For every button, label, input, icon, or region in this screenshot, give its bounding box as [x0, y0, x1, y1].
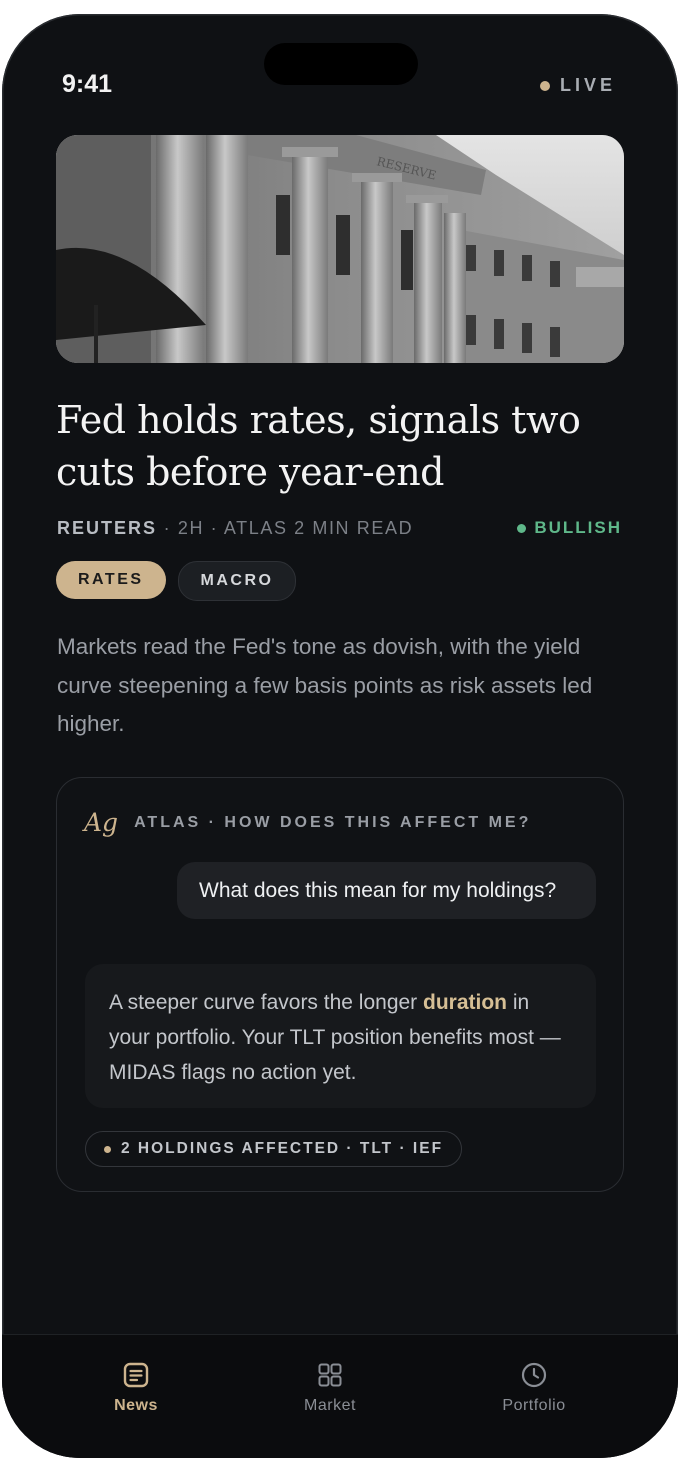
grid-icon	[318, 1363, 342, 1387]
tag-list: RATES MACRO	[56, 561, 297, 601]
meta-separator: ·	[163, 518, 178, 538]
atlas-card: Ag ATLAS · HOW DOES THIS AFFECT ME? What…	[56, 777, 624, 1192]
tab-portfolio-label: Portfolio	[502, 1397, 566, 1414]
tab-news-label: News	[114, 1397, 158, 1414]
user-question-bubble: What does this mean for my holdings?	[177, 862, 596, 919]
live-indicator: LIVE	[539, 75, 616, 96]
answer-highlight: duration	[423, 991, 508, 1014]
atlas-card-title: ATLAS · HOW DOES THIS AFFECT ME?	[134, 813, 532, 831]
tab-market[interactable]: Market	[260, 1361, 400, 1415]
clock-icon	[521, 1362, 547, 1388]
sentiment-dot-icon	[517, 523, 527, 533]
tag-macro[interactable]: MACRO	[177, 561, 297, 601]
sentiment-label: BULLISH	[534, 518, 622, 537]
article-source: REUTERS	[57, 518, 158, 538]
tab-news[interactable]: News	[66, 1361, 206, 1415]
affected-dot-icon	[104, 1145, 111, 1153]
federal-building-photo: RESERVE	[56, 135, 624, 363]
atlas-card-header: Ag ATLAS · HOW DOES THIS AFFECT ME?	[84, 808, 531, 837]
article-summary: Markets read the Fed's tone as dovish, w…	[57, 634, 593, 736]
article-age: 2H	[177, 518, 205, 538]
article-hero-image[interactable]: RESERVE	[56, 135, 624, 363]
bottom-tab-bar: News Market Portfolio	[2, 1334, 678, 1458]
atlas-answer-bubble: A steeper curve favors the longer durati…	[85, 964, 596, 1108]
article-headline[interactable]: Fed holds rates, signals two cuts before…	[56, 394, 636, 498]
atlas-logo: Ag	[84, 808, 119, 837]
affected-holdings-chip[interactable]: 2 HOLDINGS AFFECTED · TLT · IEF	[85, 1131, 463, 1167]
article-meta: REUTERS · 2H · ATLAS 2 MIN READ	[57, 518, 413, 539]
live-label: LIVE	[559, 75, 616, 95]
meta-separator: ·	[210, 518, 224, 538]
sentiment-badge: BULLISH	[517, 518, 622, 538]
dynamic-island	[264, 43, 418, 85]
tab-portfolio[interactable]: Portfolio	[464, 1361, 604, 1415]
news-icon	[123, 1362, 149, 1388]
phone-frame: 9:41 LIVE RESERVE Fed holds rates, signa…	[2, 14, 678, 1458]
live-dot-icon	[539, 80, 550, 91]
article-read-time: ATLAS 2 MIN READ	[223, 518, 414, 538]
tab-market-label: Market	[304, 1397, 356, 1414]
answer-text: A steeper curve favors the longer	[109, 991, 424, 1014]
status-time: 9:41	[62, 70, 113, 98]
tag-rates[interactable]: RATES	[56, 561, 166, 599]
affected-holdings-label: 2 HOLDINGS AFFECTED · TLT · IEF	[121, 1140, 444, 1157]
